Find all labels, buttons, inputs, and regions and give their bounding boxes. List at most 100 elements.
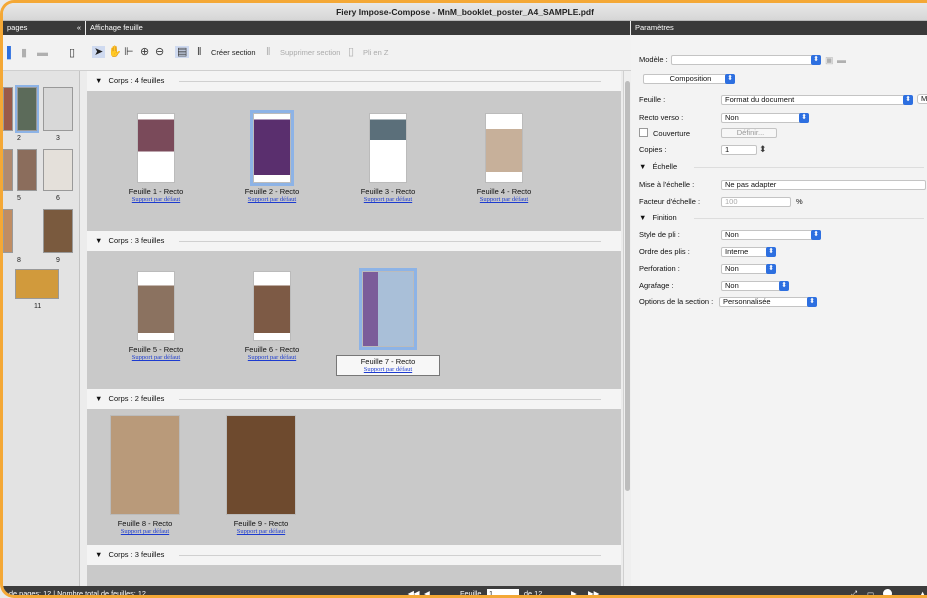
- triangle-down-icon[interactable]: ▼: [95, 76, 102, 85]
- section-header[interactable]: ▼ Corps : 3 feuilles: [87, 545, 621, 565]
- copies-input[interactable]: 1: [721, 145, 757, 155]
- cover-checkbox[interactable]: [639, 128, 648, 137]
- corner-icon[interactable]: ▲: [919, 586, 926, 595]
- page-thumbnail[interactable]: [3, 87, 13, 131]
- chevron-updown-icon[interactable]: ⬍: [766, 247, 776, 257]
- media-link[interactable]: Support par défaut: [336, 196, 440, 204]
- chevron-updown-icon[interactable]: ⬍: [799, 113, 809, 123]
- sheet-card[interactable]: Feuille 8 - Recto Support par défaut: [93, 415, 197, 536]
- chevron-updown-icon[interactable]: ⬍: [811, 55, 821, 65]
- fold-style-select[interactable]: Non: [721, 230, 821, 240]
- sheet-card[interactable]: Feuille 2 - Recto Support par défaut: [220, 110, 324, 204]
- sheet-card[interactable]: Feuille 9 - Recto Support par défaut: [209, 415, 313, 536]
- section-options-select[interactable]: Personnalisée: [719, 297, 815, 307]
- sheet-format-select[interactable]: Format du document: [721, 95, 911, 105]
- scale-factor-input[interactable]: 100: [721, 197, 791, 207]
- media-link[interactable]: Support par défaut: [209, 528, 313, 536]
- media-link[interactable]: Support par défaut: [104, 196, 208, 204]
- create-section-button[interactable]: Créer section: [211, 48, 256, 58]
- sheet-icon[interactable]: ▤: [175, 46, 190, 58]
- sheet-preview[interactable]: [250, 110, 294, 186]
- stapling-select[interactable]: Non: [721, 281, 787, 291]
- sheet-preview[interactable]: [485, 113, 523, 183]
- scale-fit-select[interactable]: Ne pas adapter: [721, 180, 926, 190]
- chevron-updown-icon[interactable]: ⬍: [811, 230, 821, 240]
- bookmark-icon[interactable]: ▮: [21, 47, 27, 59]
- finish-section-header[interactable]: ▼ Finition: [639, 213, 924, 222]
- composition-select[interactable]: Composition: [643, 74, 735, 84]
- pages-list[interactable]: 2 3 5 6 8 9 11: [3, 71, 80, 586]
- page-thumbnail[interactable]: [3, 209, 13, 253]
- chevron-updown-icon[interactable]: ⬍: [725, 74, 735, 84]
- page-thumbnail[interactable]: [15, 269, 59, 299]
- triangle-down-icon[interactable]: ▼: [95, 550, 102, 559]
- chevron-updown-icon[interactable]: ⬍: [766, 264, 776, 274]
- trash-icon[interactable]: ▬: [37, 47, 48, 59]
- zoom-out-icon[interactable]: ⊖: [155, 46, 164, 58]
- save-icon[interactable]: ▣: [825, 54, 834, 66]
- page-thumbnail[interactable]: [3, 149, 13, 191]
- sheet-card[interactable]: Feuille 6 - Recto Support par défaut: [220, 271, 324, 362]
- fit-icon[interactable]: ⤢: [851, 586, 857, 595]
- sheet-card[interactable]: Feuille 1 - Recto Support par défaut: [104, 113, 208, 204]
- page-thumbnail[interactable]: [17, 149, 37, 191]
- section-header[interactable]: ▼ Corps : 3 feuilles: [87, 231, 621, 251]
- page-icon[interactable]: ▯: [69, 47, 75, 59]
- sheet-preview[interactable]: [253, 271, 291, 341]
- sheet-number-input[interactable]: 1: [487, 589, 519, 595]
- next-sheet-icon[interactable]: ▶: [571, 586, 577, 595]
- first-sheet-icon[interactable]: ◀◀: [408, 586, 419, 595]
- page-thumbnail[interactable]: [15, 85, 39, 133]
- sheet-preview[interactable]: [110, 415, 180, 515]
- media-link[interactable]: Support par défaut: [220, 354, 324, 362]
- triangle-down-icon[interactable]: ▼: [639, 213, 646, 222]
- trash-icon[interactable]: ▬: [837, 54, 846, 66]
- define-cover-button[interactable]: Définir...: [721, 128, 777, 138]
- media-link[interactable]: Support par défaut: [104, 354, 208, 362]
- display-icon[interactable]: ▭: [867, 586, 874, 595]
- sheet-card[interactable]: Feuille 7 - Recto Support par défaut: [336, 268, 440, 376]
- sheet-view[interactable]: ▼ Corps : 4 feuilles Feuille 1 - Recto S…: [87, 71, 621, 586]
- scale-section-header[interactable]: ▼ Échelle: [639, 162, 924, 171]
- sheet-preview[interactable]: [226, 415, 296, 515]
- page-thumbnail[interactable]: [43, 149, 73, 191]
- crop-icon[interactable]: ⊩: [124, 46, 134, 58]
- chevron-updown-icon[interactable]: ⬍: [779, 281, 789, 291]
- chevron-updown-icon[interactable]: ⬍: [807, 297, 817, 307]
- hand-icon[interactable]: ✋: [108, 46, 122, 58]
- page-thumbnail[interactable]: [43, 87, 73, 131]
- page-thumbnail[interactable]: [43, 209, 73, 253]
- sheet-preview[interactable]: [359, 268, 417, 350]
- toggle-icon[interactable]: [883, 589, 892, 595]
- media-link[interactable]: Support par défaut: [220, 196, 324, 204]
- sheet-card[interactable]: Feuille 5 - Recto Support par défaut: [104, 271, 208, 362]
- section-header[interactable]: ▼ Corps : 4 feuilles: [87, 71, 621, 91]
- sheet-card[interactable]: Feuille 4 - Recto Support par défaut: [452, 113, 556, 204]
- stepper-icon[interactable]: ⬍: [759, 143, 767, 155]
- triangle-down-icon[interactable]: ▼: [95, 394, 102, 403]
- section-header[interactable]: ▼ Corps : 2 feuilles: [87, 389, 621, 409]
- media-link[interactable]: Support par défaut: [93, 528, 197, 536]
- create-section-icon[interactable]: ‖: [197, 46, 202, 58]
- pointer-icon[interactable]: ➤: [92, 46, 106, 58]
- media-link[interactable]: Support par défaut: [341, 366, 435, 374]
- duplex-select[interactable]: Non: [721, 113, 809, 123]
- chevron-updown-icon[interactable]: ⬍: [903, 95, 913, 105]
- media-link[interactable]: Support par défaut: [452, 196, 556, 204]
- fold-z-button[interactable]: Pli en Z: [363, 48, 388, 58]
- sheet-preview[interactable]: [137, 271, 175, 341]
- delete-section-button[interactable]: Supprimer section: [280, 48, 340, 58]
- sheet-view-scrollbar[interactable]: [623, 71, 631, 586]
- sheet-preview[interactable]: [137, 113, 175, 183]
- sheet-preview[interactable]: [369, 113, 407, 183]
- prev-sheet-icon[interactable]: ◀: [424, 586, 430, 595]
- collapse-icon[interactable]: «: [77, 21, 81, 35]
- model-select[interactable]: [671, 55, 821, 65]
- sheet-card[interactable]: Feuille 3 - Recto Support par défaut: [336, 113, 440, 204]
- triangle-down-icon[interactable]: ▼: [639, 162, 646, 171]
- triangle-down-icon[interactable]: ▼: [95, 236, 102, 245]
- last-sheet-icon[interactable]: ▶▶: [588, 586, 599, 595]
- zoom-in-icon[interactable]: ⊕: [140, 46, 149, 58]
- view-icon[interactable]: ▌: [7, 47, 15, 59]
- scrollbar-thumb[interactable]: [625, 81, 630, 491]
